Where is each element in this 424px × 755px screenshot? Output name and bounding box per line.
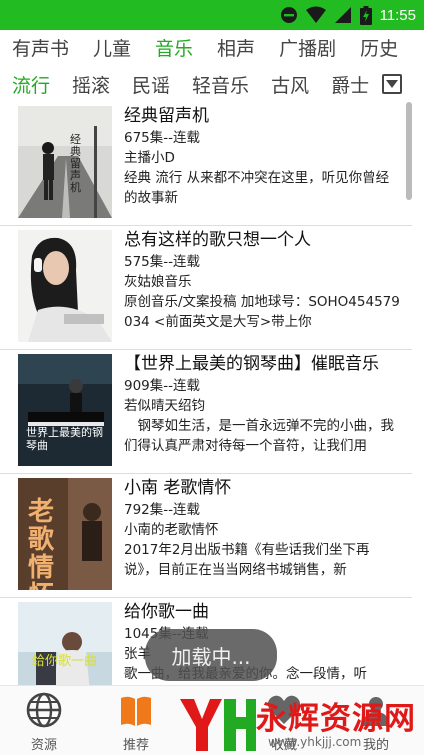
album-cover: 老歌情怀 <box>18 478 112 590</box>
item-title: 经典留声机 <box>124 106 209 126</box>
list-item[interactable]: 老歌情怀 小南 老歌情怀 792集--连载 小南的老歌情怀 2017年2月出版书… <box>0 474 412 598</box>
subcategory-tabs: 流行 摇滚 民谣 轻音乐 古风 爵士 <box>0 66 424 102</box>
book-icon <box>121 696 151 726</box>
album-cover: 给你歌一曲 <box>18 602 112 685</box>
tab-history[interactable]: 历史 <box>360 34 398 61</box>
caret-down-icon <box>386 80 398 88</box>
cover-text: 世界上最美的钢琴曲 <box>26 426 103 452</box>
tab-music[interactable]: 音乐 <box>155 34 193 61</box>
watermark-logo <box>180 699 256 751</box>
subtab-folk[interactable]: 民谣 <box>132 71 170 98</box>
category-tabs: 有声书 儿童 音乐 相声 广播剧 历史 <box>0 30 424 64</box>
cover-text: 老歌情怀 <box>28 497 55 590</box>
status-time: 11:55 <box>379 6 416 24</box>
item-host: 主播小D <box>124 150 175 166</box>
item-title: 小南 老歌情怀 <box>124 478 232 498</box>
nav-label: 资源 <box>30 738 57 753</box>
item-description: 经典 流行 从来都不冲突在这里，听见你曾经的故事新 <box>124 170 390 206</box>
watermark-url: www.yhkjjj.com <box>268 735 362 749</box>
item-episodes: 792集--连载 <box>124 502 201 518</box>
loading-toast: 加载中... <box>145 629 277 681</box>
tab-crosstalk[interactable]: 相声 <box>217 34 255 61</box>
do-not-disturb-icon <box>280 7 297 23</box>
subtab-jazz[interactable]: 爵士 <box>331 71 369 98</box>
item-info: 【世界上最美的钢琴曲】催眠音乐 909集--连载 若似晴天绍钧 钢琴如生活，是一… <box>124 352 402 456</box>
item-info: 总有这样的歌只想一个人 575集--连载 灰姑娘音乐 原创音乐/文案投稿 加地球… <box>124 228 402 332</box>
list-item[interactable]: 世界上最美的钢琴曲 【世界上最美的钢琴曲】催眠音乐 909集--连载 若似晴天绍… <box>0 350 412 474</box>
subtab-light-music[interactable]: 轻音乐 <box>192 71 249 98</box>
subtab-rock[interactable]: 摇滚 <box>72 71 110 98</box>
tab-radio-drama[interactable]: 广播剧 <box>279 34 336 61</box>
item-title: 给你歌一曲 <box>124 602 209 622</box>
cover-text: 经典留声机 <box>70 133 81 194</box>
cover-text: 给你歌一曲 <box>32 654 98 669</box>
tab-audiobook[interactable]: 有声书 <box>12 34 69 61</box>
nav-label: 推荐 <box>122 738 149 753</box>
album-list[interactable]: 经典留声机 经典留声机 675集--连载 主播小D 经典 流行 从来都不冲突在这… <box>0 102 424 685</box>
expand-subcategories-button[interactable] <box>382 74 402 94</box>
album-cover: 经典留声机 <box>18 106 112 218</box>
subtab-pop[interactable]: 流行 <box>12 71 50 98</box>
list-item[interactable]: 总有这样的歌只想一个人 575集--连载 灰姑娘音乐 原创音乐/文案投稿 加地球… <box>0 226 412 350</box>
status-icons: 11:55 <box>280 4 416 26</box>
item-episodes: 909集--连载 <box>124 378 201 394</box>
nav-resources[interactable]: 资源 <box>4 686 84 755</box>
tab-children[interactable]: 儿童 <box>93 34 131 61</box>
item-host: 小南的老歌情怀 <box>124 522 219 538</box>
item-title: 总有这样的歌只想一个人 <box>124 230 311 250</box>
item-title: 【世界上最美的钢琴曲】催眠音乐 <box>124 354 379 374</box>
subtab-ancient-style[interactable]: 古风 <box>271 71 309 98</box>
item-description: 2017年2月出版书籍《有些话我们坐下再说》，目前正在当当网络书城销售，新 <box>124 542 370 578</box>
watermark: 永辉资源网 www.yhkjjj.com <box>176 693 424 755</box>
item-episodes: 675集--连载 <box>124 130 201 146</box>
list-scrollbar[interactable] <box>406 102 412 200</box>
status-bar: 11:55 <box>0 0 424 30</box>
list-item[interactable]: 经典留声机 经典留声机 675集--连载 主播小D 经典 流行 从来都不冲突在这… <box>0 102 412 226</box>
watermark-text: 永辉资源网 <box>256 701 416 737</box>
signal-icon <box>334 7 351 23</box>
item-host: 若似晴天绍钧 <box>124 398 205 414</box>
item-info: 小南 老歌情怀 792集--连载 小南的老歌情怀 2017年2月出版书籍《有些话… <box>124 476 402 580</box>
item-host: 灰姑娘音乐 <box>124 274 192 290</box>
item-description: 钢琴如生活，是一首永远弹不完的小曲，我们得认真严肃对待每一个音符，让我们用 <box>124 418 394 454</box>
globe-icon <box>26 692 62 728</box>
battery-icon <box>359 5 372 25</box>
album-cover <box>18 230 112 342</box>
item-description: 原创音乐/文案投稿 加地球号：SOHO454579034 <前面英文是大写>带上… <box>124 294 400 330</box>
item-episodes: 575集--连载 <box>124 254 201 270</box>
wifi-icon <box>305 6 326 23</box>
nav-recommend[interactable]: 推荐 <box>96 686 176 755</box>
album-cover: 世界上最美的钢琴曲 <box>18 354 112 466</box>
item-info: 经典留声机 675集--连载 主播小D 经典 流行 从来都不冲突在这里，听见你曾… <box>124 104 402 208</box>
